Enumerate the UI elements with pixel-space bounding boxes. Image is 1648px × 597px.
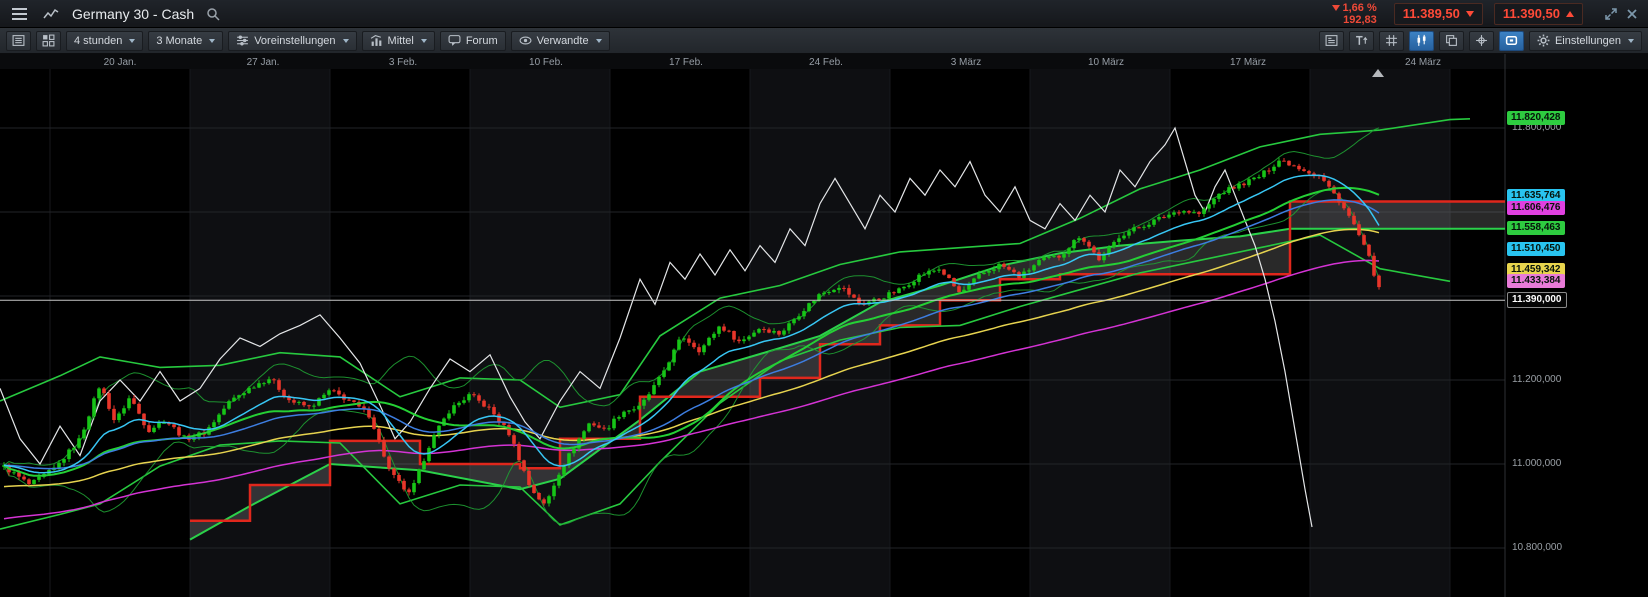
buy-arrow-icon: [1566, 11, 1574, 17]
sell-price-button[interactable]: 11.389,50: [1394, 3, 1483, 25]
popout-icon[interactable]: [1605, 8, 1617, 20]
svg-text:3 Feb.: 3 Feb.: [389, 57, 417, 68]
grid-icon: [42, 34, 55, 47]
news-panel-icon-button[interactable]: [1319, 31, 1344, 51]
change-percent: 1,66 %: [1343, 2, 1377, 14]
change-down-icon: [1332, 5, 1340, 11]
indicator-price-tag: 11.606,476: [1507, 201, 1565, 215]
hamburger-icon: [12, 8, 27, 20]
chat-icon: [448, 34, 461, 47]
news-panel-icon: [1325, 34, 1338, 47]
chevron-down-icon: [343, 39, 349, 43]
settings-dropdown[interactable]: Einstellungen: [1529, 31, 1642, 51]
indicator-price-tag: 11.433,384: [1507, 274, 1565, 288]
toolbar-right-group: Einstellungen: [1319, 31, 1642, 51]
comparison-icon-button[interactable]: [1499, 31, 1524, 51]
svg-text:3 März: 3 März: [951, 57, 982, 68]
mittel-label: Mittel: [388, 35, 414, 47]
list-icon: [12, 34, 25, 47]
presets-label: Voreinstellungen: [254, 35, 335, 47]
axis-price-label: 11.000,000: [1512, 458, 1561, 469]
chevron-down-icon: [421, 39, 427, 43]
close-icon[interactable]: [1626, 8, 1638, 20]
chevron-down-icon: [129, 39, 135, 43]
crosshair-icon: [1475, 34, 1488, 47]
svg-text:27 Jan.: 27 Jan.: [247, 57, 280, 68]
axis-price-label: 11.200,000: [1512, 374, 1561, 385]
layout-grid-icon-button[interactable]: [36, 31, 61, 51]
change-absolute: 192,83: [1343, 14, 1377, 26]
instrument-title: Germany 30 - Cash: [72, 6, 194, 22]
price-change: 1,66 % 192,83: [1332, 2, 1377, 26]
settings-label: Einstellungen: [1555, 35, 1621, 47]
svg-text:10 März: 10 März: [1088, 57, 1124, 68]
comparison-icon: [1505, 34, 1518, 47]
window-controls: [1605, 8, 1638, 20]
sliders-icon: [236, 34, 249, 47]
mittel-dropdown[interactable]: Mittel: [362, 31, 435, 51]
menu-button[interactable]: [6, 3, 32, 25]
title-bar: Germany 30 - Cash 1,66 % 192,83 11.389,5…: [0, 0, 1648, 28]
sell-price: 11.389,50: [1403, 6, 1460, 21]
svg-text:17 März: 17 März: [1230, 57, 1266, 68]
chart-line-icon[interactable]: [38, 3, 64, 25]
indicator-price-tag: 11.510,450: [1507, 242, 1565, 256]
svg-text:20 Jan.: 20 Jan.: [104, 57, 137, 68]
price-axis[interactable]: 11.800,00011.200,00011.000,00010.800,000…: [1505, 54, 1648, 597]
text-tool-icon: [1355, 34, 1368, 47]
svg-text:24 März: 24 März: [1405, 57, 1441, 68]
timeframe-label: 4 stunden: [74, 35, 122, 47]
current-price-tag: 11.390,000: [1507, 292, 1567, 308]
chevron-down-icon: [596, 39, 602, 43]
sell-arrow-icon: [1466, 11, 1474, 17]
indicator-price-tag: 11.558,463: [1507, 221, 1565, 235]
candlestick-icon: [1415, 34, 1428, 47]
chevron-down-icon: [209, 39, 215, 43]
related-dropdown[interactable]: Verwandte: [511, 31, 610, 51]
range-dropdown[interactable]: 3 Monate: [148, 31, 223, 51]
crosshair-tool-icon-button[interactable]: [1469, 31, 1494, 51]
chevron-down-icon: [1628, 39, 1634, 43]
chart-area[interactable]: 20 Jan. 27 Jan. 3 Feb. 10 Feb. 17 Feb. 24 Feb…: [0, 54, 1648, 597]
news-list-icon-button[interactable]: [6, 31, 31, 51]
svg-text:17 Feb.: 17 Feb.: [669, 57, 703, 68]
eye-icon: [519, 34, 532, 47]
timeframe-dropdown[interactable]: 4 stunden: [66, 31, 143, 51]
axis-price-label: 10.800,000: [1512, 542, 1562, 553]
svg-text:10 Feb.: 10 Feb.: [529, 57, 563, 68]
search-icon[interactable]: [200, 3, 226, 25]
text-tool-icon-button[interactable]: [1349, 31, 1374, 51]
duplicate-icon: [1445, 34, 1458, 47]
range-label: 3 Monate: [156, 35, 202, 47]
grid-lines-icon: [1385, 34, 1398, 47]
presets-dropdown[interactable]: Voreinstellungen: [228, 31, 356, 51]
svg-text:24 Feb.: 24 Feb.: [809, 57, 843, 68]
trading-app: Germany 30 - Cash 1,66 % 192,83 11.389,5…: [0, 0, 1648, 597]
related-label: Verwandte: [537, 35, 589, 47]
grid-toggle-icon-button[interactable]: [1379, 31, 1404, 51]
chart-toolbar: 4 stunden 3 Monate Voreinstellungen Mitt…: [0, 28, 1648, 54]
indicator-price-tag: 11.820,428: [1507, 111, 1565, 125]
indicator-bars-icon: [370, 34, 383, 47]
forum-label: Forum: [466, 35, 498, 47]
forum-button[interactable]: Forum: [440, 31, 506, 51]
candlestick-type-icon-button[interactable]: [1409, 31, 1434, 51]
price-chart[interactable]: 20 Jan. 27 Jan. 3 Feb. 10 Feb. 17 Feb. 24 Feb…: [0, 54, 1648, 597]
buy-price-button[interactable]: 11.390,50: [1494, 3, 1583, 25]
gear-icon: [1537, 34, 1550, 47]
buy-price: 11.390,50: [1503, 6, 1560, 21]
duplicate-chart-icon-button[interactable]: [1439, 31, 1464, 51]
